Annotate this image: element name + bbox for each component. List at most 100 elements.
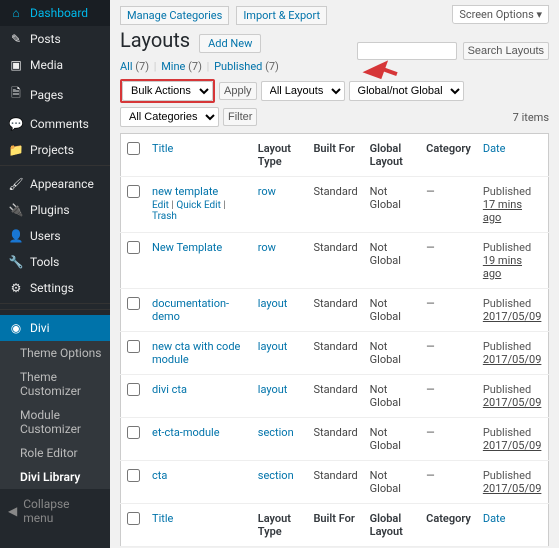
col-built-for: Built For: [307, 134, 363, 177]
row-global: Not Global: [364, 375, 420, 418]
filter-button[interactable]: Filter: [223, 108, 257, 126]
collapse-label: Collapse menu: [23, 497, 102, 525]
row-type-link[interactable]: layout: [258, 383, 288, 396]
sidebar-item-posts[interactable]: ✎Posts: [0, 26, 110, 52]
row-type-link[interactable]: row: [258, 185, 276, 198]
row-title-link[interactable]: new template: [152, 185, 218, 198]
sidebar-item-label: Media: [30, 58, 63, 72]
row-global: Not Global: [364, 289, 420, 332]
row-built-for: Standard: [307, 461, 363, 504]
row-date: Published2017/05/09: [477, 289, 549, 332]
row-type-link[interactable]: section: [258, 426, 294, 439]
row-date: Published2017/05/09: [477, 418, 549, 461]
row-title-link[interactable]: new cta with code module: [152, 340, 240, 366]
row-checkbox[interactable]: [127, 297, 140, 310]
annotation-arrow: [360, 48, 400, 91]
select-all-checkbox-bottom[interactable]: [127, 512, 140, 525]
row-global: Not Global: [364, 233, 420, 289]
menu-icon: 🔌: [8, 203, 24, 217]
col-global-foot: Global Layout: [364, 504, 420, 547]
row-checkbox[interactable]: [127, 340, 140, 353]
col-date[interactable]: Date: [477, 134, 549, 177]
row-checkbox[interactable]: [127, 383, 140, 396]
trash-link[interactable]: Trash: [152, 211, 177, 222]
submenu-item[interactable]: Divi Library: [0, 465, 110, 489]
sidebar-item-label: Dashboard: [30, 6, 88, 20]
row-category: —: [420, 332, 477, 375]
row-global: Not Global: [364, 418, 420, 461]
sidebar-item-plugins[interactable]: 🔌Plugins: [0, 197, 110, 223]
row-checkbox[interactable]: [127, 426, 140, 439]
sidebar-item-comments[interactable]: 💬 Comments: [0, 111, 110, 137]
col-global: Global Layout: [364, 134, 420, 177]
table-row: ctasectionStandardNot Global—Published20…: [121, 461, 549, 504]
sidebar-item-appearance[interactable]: 🖌 Appearance: [0, 171, 110, 197]
row-actions: Edit | Quick Edit | Trash: [152, 200, 246, 222]
col-date-foot[interactable]: Date: [477, 504, 549, 547]
search-layouts-button[interactable]: Search Layouts: [463, 42, 549, 60]
view-all[interactable]: All: [120, 60, 133, 73]
table-row: new cta with code modulelayoutStandardNo…: [121, 332, 549, 375]
view-published-count: (7): [265, 60, 279, 73]
row-checkbox[interactable]: [127, 241, 140, 254]
sidebar-item-label: Divi: [30, 321, 50, 335]
all-layouts-select[interactable]: All Layouts: [261, 81, 345, 101]
table-row: New TemplaterowStandardNot Global—Publis…: [121, 233, 549, 289]
menu-icon: 💬: [8, 117, 24, 131]
view-mine[interactable]: Mine: [161, 60, 185, 73]
table-row: et-cta-module section StandardNot Global—P…: [121, 418, 549, 461]
submenu-item[interactable]: Role Editor: [0, 441, 110, 465]
submenu-item[interactable]: Theme Customizer: [0, 365, 110, 403]
menu-icon: 🖌: [8, 177, 24, 191]
sidebar-item-media[interactable]: ▣Media: [0, 52, 110, 78]
row-type-link[interactable]: section: [258, 469, 294, 482]
sidebar-item-projects[interactable]: 📁Projects: [0, 137, 110, 163]
sidebar-item-label: Posts: [30, 32, 61, 46]
col-title-foot[interactable]: Title: [146, 504, 252, 547]
row-type-link[interactable]: layout: [258, 297, 288, 310]
row-title-link[interactable]: cta: [152, 469, 167, 482]
screen-options-button[interactable]: Screen Options ▾: [452, 5, 549, 24]
row-checkbox[interactable]: [127, 185, 140, 198]
submenu-item[interactable]: Module Customizer: [0, 403, 110, 441]
row-global: Not Global: [364, 461, 420, 504]
import-export-link[interactable]: Import & Export: [236, 6, 327, 25]
row-category: —: [420, 375, 477, 418]
row-type-link[interactable]: row: [258, 241, 276, 254]
sidebar-item-settings[interactable]: ⚙Settings: [0, 275, 110, 301]
sidebar-item-pages[interactable]: 🗎Pages: [0, 78, 110, 111]
row-date: Published17 mins ago: [477, 177, 549, 233]
col-category: Category: [420, 134, 477, 177]
apply-button[interactable]: Apply: [219, 82, 257, 100]
edit-link[interactable]: Edit: [152, 200, 169, 211]
row-title-link[interactable]: New Template: [152, 241, 222, 254]
row-title-link[interactable]: documentation-demo: [152, 297, 229, 323]
quick-edit-link[interactable]: Quick Edit: [176, 200, 221, 211]
view-mine-count: (7): [188, 60, 202, 73]
add-new-button[interactable]: Add New: [199, 34, 261, 53]
row-built-for: Standard: [307, 375, 363, 418]
sidebar-item-tools[interactable]: 🔧Tools: [0, 249, 110, 275]
row-built-for: Standard: [307, 418, 363, 461]
row-date: Published2017/05/09: [477, 332, 549, 375]
row-date: Published19 mins ago: [477, 233, 549, 289]
bulk-actions-select[interactable]: Bulk Actions: [122, 81, 213, 101]
sidebar-item-dashboard[interactable]: ⌂Dashboard: [0, 0, 110, 26]
submenu-item[interactable]: Theme Options: [0, 341, 110, 365]
sidebar-item-label: Comments: [30, 117, 89, 131]
row-type-link[interactable]: layout: [258, 340, 288, 353]
sidebar-item-divi[interactable]: ◉ Divi: [0, 315, 110, 341]
all-categories-select[interactable]: All Categories: [120, 107, 219, 127]
col-title[interactable]: Title: [146, 134, 252, 177]
row-category: —: [420, 418, 477, 461]
row-title-link[interactable]: et-cta-module: [152, 426, 220, 439]
view-all-count: (7): [135, 60, 149, 73]
sidebar-item-users[interactable]: 👤Users: [0, 223, 110, 249]
col-built-for-foot: Built For: [307, 504, 363, 547]
row-title-link[interactable]: divi cta: [152, 383, 187, 396]
row-checkbox[interactable]: [127, 469, 140, 482]
select-all-checkbox[interactable]: [127, 142, 140, 155]
collapse-menu[interactable]: ◀ Collapse menu: [0, 489, 110, 533]
view-published[interactable]: Published: [214, 60, 262, 73]
sidebar-item-label: Appearance: [30, 177, 94, 191]
